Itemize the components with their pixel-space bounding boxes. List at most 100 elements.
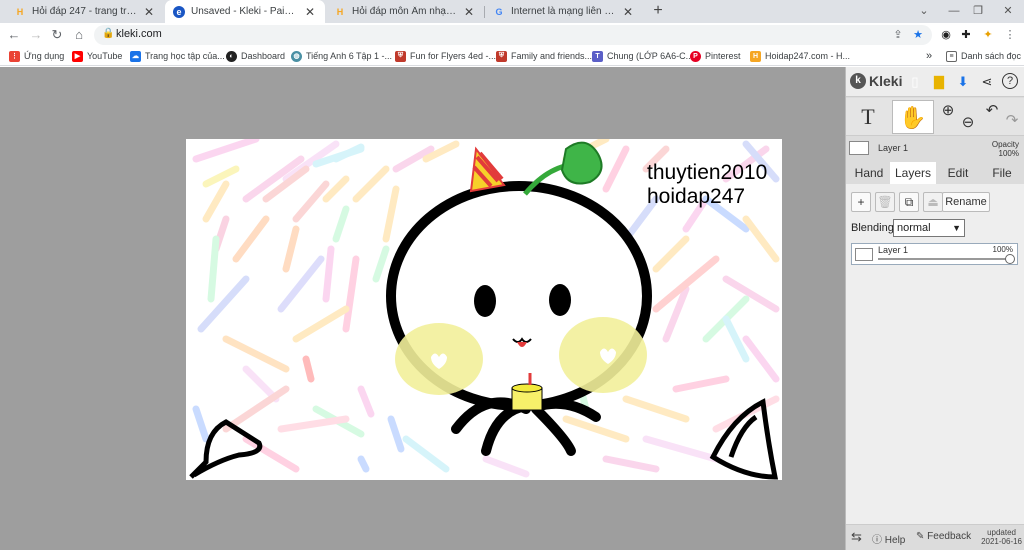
bookmark-item[interactable]: ▶ YouTube (72, 49, 122, 63)
reading-list-button[interactable]: ≡ Danh sách đọc (946, 49, 1021, 63)
feedback-icon: ✎ (916, 531, 925, 542)
bookmark-label: Hoidap247.com - H... (765, 51, 851, 61)
tab-layers[interactable]: Layers (890, 162, 936, 184)
blending-label: Blending (851, 222, 894, 234)
rename-layer-button[interactable]: Rename (942, 192, 990, 212)
browser-tab[interactable]: H Hỏi đáp môn Âm nhạc, Mỹ thuật ✕ (326, 0, 484, 23)
new-tab-button[interactable]: + (648, 2, 668, 22)
home-icon[interactable]: ⌂ (70, 26, 88, 44)
duplicate-layer-button[interactable]: ⧉ (899, 192, 919, 212)
back-arrow-icon[interactable]: ← (5, 26, 23, 44)
menu-dots-icon[interactable]: ⋮ (1002, 27, 1018, 43)
close-icon[interactable]: ✕ (142, 5, 156, 19)
tab-hand[interactable]: Hand (848, 162, 890, 184)
hand-tool-button[interactable]: ✋ (892, 100, 934, 134)
merge-layer-button[interactable]: ⏏ (923, 192, 943, 212)
help-icon: ⓘ (872, 535, 882, 546)
tool-row: T ✋ ⊕ ⊖ ↶ ↷ (846, 98, 1024, 136)
zoom-in-icon[interactable]: ⊕ (938, 94, 958, 128)
feedback-button[interactable]: ✎ Feedback (916, 531, 971, 542)
layer-opacity-slider[interactable] (878, 258, 1008, 260)
bookmark-label: Fun for Flyers 4ed -... (410, 51, 497, 61)
new-image-icon[interactable]: ▯ (906, 73, 924, 91)
help-button[interactable]: ⓘ Help (872, 531, 905, 546)
extensions-puzzle-icon[interactable]: ✚ (958, 27, 974, 43)
share-icon[interactable]: ⋖ (978, 73, 996, 91)
shield-icon: ⛨ (496, 50, 507, 62)
layer-list-item[interactable]: Layer 1 100% (851, 243, 1018, 265)
canvas-text-site: hoidap247 (647, 185, 746, 208)
profile-extension-icon[interactable]: ◉ (938, 27, 954, 43)
layer-opacity-slider-handle[interactable] (1005, 254, 1015, 264)
kleki-logo[interactable]: k Kleki (850, 73, 902, 89)
close-icon[interactable]: ✕ (621, 5, 635, 19)
avatar[interactable]: ✦ (980, 27, 996, 43)
tab-search-icon[interactable]: ⌄ (912, 3, 936, 19)
window-close-button[interactable]: ✕ (996, 3, 1020, 19)
browser-tab-active[interactable]: e Unsaved - Kleki - Paint Tool ✕ (165, 0, 325, 23)
open-folder-icon[interactable]: ▇ (930, 73, 948, 91)
opacity-label: Opacity (991, 140, 1019, 149)
bookmark-item[interactable]: ◐ Dashboard (226, 49, 285, 63)
text-tool-button[interactable]: T (850, 100, 886, 134)
apps-icon: ⋮ (9, 50, 20, 62)
reading-list-icon: ≡ (946, 50, 957, 62)
restore-button[interactable]: ❐ (966, 3, 990, 19)
redo-icon[interactable]: ↷ (1002, 104, 1022, 138)
tab-title: Hỏi đáp 247 - trang tra loi (32, 6, 138, 17)
bookmark-item[interactable]: ⛨ Fun for Flyers 4ed -... (395, 49, 496, 63)
bookmark-item[interactable]: P Pinterest (690, 49, 741, 63)
opacity-readout: Opacity 100% (992, 140, 1019, 158)
left-eye (474, 285, 496, 317)
bookmark-label: Ứng dụng (24, 51, 65, 61)
bookmark-item[interactable]: ⛨ Family and friends... (496, 49, 592, 63)
minimize-button[interactable]: — (942, 3, 966, 19)
bookmarks-overflow-button[interactable]: » (926, 49, 932, 63)
browser-tab[interactable]: G Internet là mạng liên kết A. các m ✕ (485, 0, 643, 23)
drawing-canvas[interactable]: thuytien2010 hoidap247 (186, 139, 782, 480)
close-icon[interactable]: ✕ (303, 5, 317, 19)
reload-icon[interactable]: ↻ (48, 26, 66, 44)
globe-icon: ◍ (291, 50, 302, 62)
swap-sides-icon[interactable]: ⇆ (851, 529, 862, 545)
bookmark-item[interactable]: ⋮ Ứng dụng (9, 49, 64, 63)
download-icon[interactable]: ⬇ (954, 73, 972, 91)
bookmark-label: Tiếng Anh 6 Tập 1 -... (306, 51, 393, 61)
bookmark-label: Dashboard (241, 51, 286, 61)
delete-layer-button[interactable]: 🗑 (875, 192, 895, 212)
canvas-text-username: thuytien2010 (647, 161, 768, 184)
current-layer-info: Layer 1 Opacity 100% (846, 137, 1024, 161)
share-icon[interactable]: ⇪ (890, 27, 906, 43)
canvas-workspace[interactable]: thuytien2010 hoidap247 (0, 67, 845, 550)
tab-edit[interactable]: Edit (938, 162, 978, 184)
bookmark-item[interactable]: H Hoidap247.com - H... (750, 49, 850, 63)
undo-icon[interactable]: ↶ (982, 94, 1002, 128)
shield-icon: ⛨ (395, 50, 406, 62)
bookmark-item[interactable]: T Chung (LỚP 6A6-C... (592, 49, 693, 63)
forward-arrow-icon[interactable]: → (27, 26, 45, 44)
tab-title: Hỏi đáp môn Âm nhạc, Mỹ thuật (352, 6, 458, 17)
help-icon[interactable]: ? (1002, 73, 1018, 89)
bookmark-item[interactable]: ◍ Tiếng Anh 6 Tập 1 -... (291, 49, 392, 63)
onedrive-icon: ☁ (130, 50, 141, 62)
current-layer-name: Layer 1 (878, 143, 909, 153)
zoom-out-icon[interactable]: ⊖ (958, 106, 978, 140)
google-favicon-icon: G (495, 6, 503, 17)
chevron-down-icon: ▼ (952, 223, 961, 233)
right-corner-hat (709, 398, 779, 480)
bookmark-label: YouTube (87, 51, 123, 61)
browser-tab[interactable]: H Hỏi đáp 247 - trang tra loi ✕ (6, 0, 164, 23)
blending-select[interactable]: normal ▼ (893, 219, 965, 237)
pinterest-icon: P (690, 50, 701, 62)
kleki-logo-icon: k (850, 73, 866, 89)
add-layer-button[interactable]: + (851, 192, 871, 212)
reading-list-label: Danh sách đọc (961, 51, 1022, 61)
bookmark-star-icon[interactable]: ★ (910, 27, 926, 43)
close-icon[interactable]: ✕ (462, 5, 476, 19)
bookmark-label: Family and friends... (511, 51, 593, 61)
address-bar[interactable]: 🔒 kleki.com ⇪ ★ (94, 25, 932, 45)
bookmark-item[interactable]: ☁ Trang học tập của... (130, 49, 225, 63)
tab-file[interactable]: File (982, 162, 1022, 184)
bookmark-label: Chung (LỚP 6A6-C... (607, 51, 694, 61)
feedback-label: Feedback (927, 531, 972, 542)
